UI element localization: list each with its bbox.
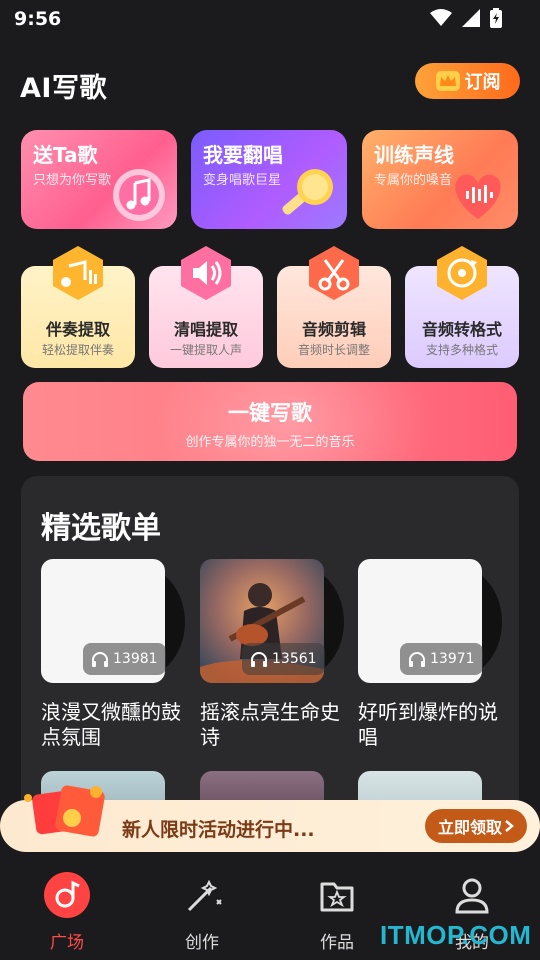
play-count-badge: 13981 [83, 643, 166, 675]
status-icons [430, 8, 502, 28]
app-title: AI写歌 [20, 73, 107, 104]
feature-title: 训练声线 [374, 143, 454, 167]
plaza-icon [44, 872, 90, 918]
promo-text: 新人限时活动进行中... [122, 819, 315, 841]
headphones-icon [251, 652, 267, 667]
tool-subtitle: 支持多种格式 [425, 343, 498, 357]
tool-title: 音频转格式 [421, 320, 502, 339]
feature-card-cover-song[interactable]: 我要翻唱 变身唱歌巨星 [191, 130, 347, 229]
playlist-cover: 13561 [200, 559, 346, 684]
featured-playlists: 精选歌单 13981 浪漫又微醺的鼓点氛围 13561 摇滚点亮生命史诗 139… [21, 476, 519, 816]
playlist-name: 摇滚点亮生命史诗 [200, 700, 340, 749]
feature-title: 送Ta歌 [33, 143, 98, 167]
play-count-badge: 13971 [400, 643, 483, 675]
playlist-name: 好听到爆炸的说唱 [358, 700, 498, 749]
play-count: 13561 [272, 651, 317, 667]
playlist-card[interactable]: 13971 好听到爆炸的说唱 [358, 559, 504, 750]
tool-vocal-extract[interactable]: 清唱提取 一键提取人声 [149, 246, 263, 368]
tool-accompaniment-extract[interactable]: 伴奏提取 轻松提取伴奏 [21, 246, 135, 368]
subscribe-label: 订阅 [464, 72, 501, 93]
nav-item-plaza[interactable]: 广场 [22, 872, 112, 953]
tool-subtitle: 音频时长调整 [297, 343, 370, 357]
tool-title: 音频剪辑 [301, 320, 366, 339]
one-key-subtitle: 创作专属你的独一无二的音乐 [185, 435, 355, 450]
music-note-icon [113, 169, 165, 221]
signal-icon [462, 9, 480, 27]
feature-card-voice-training[interactable]: 训练声线 专属你的嗓音 [362, 130, 518, 229]
status-time: 9:56 [14, 8, 62, 30]
claim-now-button[interactable]: 立即领取 [425, 809, 527, 843]
tool-subtitle: 一键提取人声 [169, 343, 242, 357]
music-bars-icon [53, 246, 103, 300]
tool-title: 伴奏提取 [45, 320, 110, 339]
folder-star-icon [320, 882, 354, 912]
chevron-right-icon [505, 820, 514, 832]
tool-subtitle: 轻松提取伴奏 [41, 343, 114, 357]
play-count: 13971 [430, 651, 475, 667]
play-count: 13981 [113, 651, 158, 667]
claim-now-label: 立即领取 [437, 818, 502, 837]
crown-icon [435, 71, 460, 91]
magic-wand-icon [187, 879, 222, 912]
status-bar: 9:56 [0, 0, 540, 40]
microphone-icon [282, 169, 333, 215]
headphones-icon [409, 652, 425, 667]
tool-title: 清唱提取 [173, 320, 238, 339]
user-icon [455, 878, 489, 914]
playlist-cover: 13971 [358, 559, 504, 684]
playlist-name: 浪漫又微醺的鼓点氛围 [41, 700, 181, 749]
playlist-card[interactable]: 13561 摇滚点亮生命史诗 [200, 559, 346, 750]
wifi-icon [430, 9, 452, 26]
nav-item-works[interactable]: 作品 [292, 872, 382, 953]
tool-format-convert[interactable]: 音频转格式 支持多种格式 [405, 246, 519, 368]
playlist-cover: 13981 [41, 559, 187, 684]
convert-icon [437, 246, 487, 300]
headphones-icon [92, 652, 108, 667]
nav-label: 作品 [320, 933, 354, 953]
nav-label: 广场 [50, 933, 84, 953]
nav-item-create[interactable]: 创作 [157, 872, 247, 953]
one-key-write-song-button[interactable]: 一键写歌 创作专属你的独一无二的音乐 [23, 382, 517, 461]
subscribe-button[interactable]: 订阅 [415, 63, 520, 99]
playlist-card[interactable]: 13981 浪漫又微醺的鼓点氛围 [41, 559, 187, 750]
section-title: 精选歌单 [41, 511, 161, 546]
scissors-icon [309, 246, 359, 300]
play-count-badge: 13561 [242, 643, 325, 675]
battery-icon [490, 8, 502, 28]
red-envelope-icon [24, 785, 105, 837]
voice-wave-icon [455, 174, 501, 219]
speaker-icon [181, 246, 231, 300]
feature-card-song-gift[interactable]: 送Ta歌 只想为你写歌 [21, 130, 177, 229]
promo-banner[interactable]: 新人限时活动进行中... 立即领取 [0, 785, 540, 852]
feature-title: 我要翻唱 [203, 143, 283, 167]
watermark: ITMOP.COM [380, 920, 532, 950]
nav-label: 创作 [185, 933, 219, 953]
one-key-title: 一键写歌 [228, 401, 312, 425]
tool-audio-cut[interactable]: 音频剪辑 音频时长调整 [277, 246, 391, 368]
